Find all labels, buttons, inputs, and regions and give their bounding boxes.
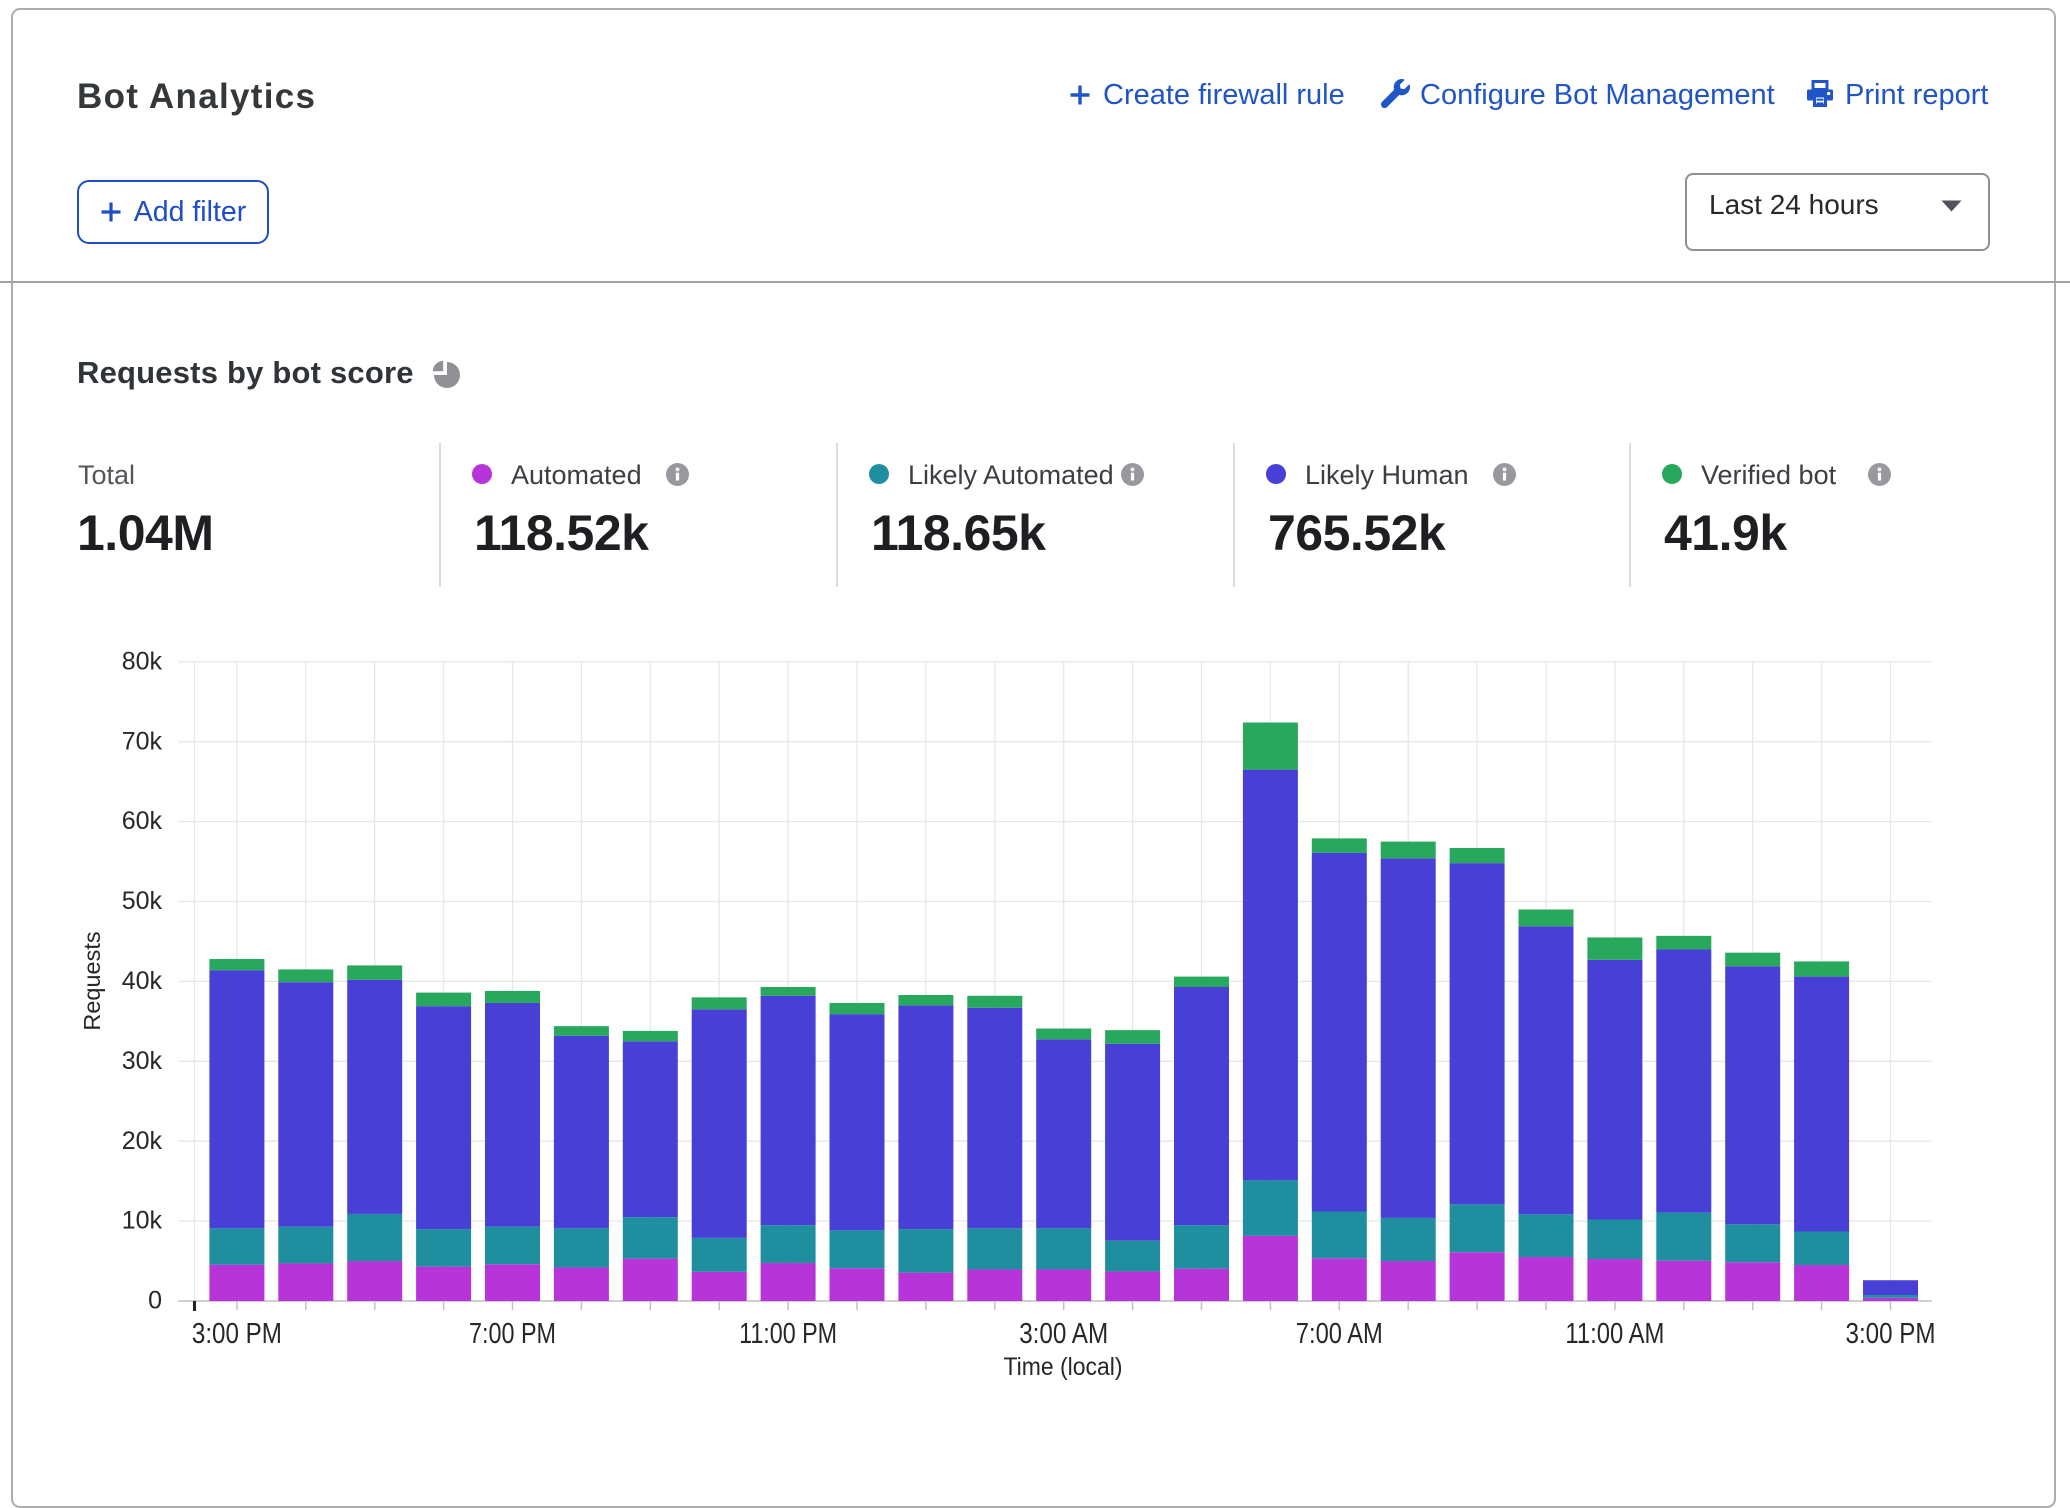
svg-text:7:00 PM: 7:00 PM bbox=[469, 1318, 556, 1350]
svg-text:10k: 10k bbox=[122, 1207, 163, 1235]
svg-text:11:00 PM: 11:00 PM bbox=[739, 1318, 837, 1350]
svg-text:3:00 PM: 3:00 PM bbox=[192, 1318, 282, 1350]
svg-text:0: 0 bbox=[148, 1287, 162, 1315]
svg-text:50k: 50k bbox=[122, 887, 163, 915]
svg-text:30k: 30k bbox=[122, 1047, 163, 1075]
svg-text:11:00 AM: 11:00 AM bbox=[1565, 1318, 1664, 1350]
svg-text:3:00 AM: 3:00 AM bbox=[1019, 1318, 1108, 1350]
svg-text:Time (local): Time (local) bbox=[1004, 1353, 1123, 1381]
svg-text:20k: 20k bbox=[122, 1127, 163, 1155]
svg-text:3:00 PM: 3:00 PM bbox=[1846, 1318, 1936, 1350]
svg-text:80k: 80k bbox=[122, 647, 163, 675]
svg-text:40k: 40k bbox=[122, 967, 163, 995]
svg-text:Requests: Requests bbox=[79, 931, 105, 1030]
svg-text:70k: 70k bbox=[122, 727, 163, 755]
svg-text:7:00 AM: 7:00 AM bbox=[1296, 1318, 1383, 1350]
svg-text:60k: 60k bbox=[122, 807, 163, 835]
